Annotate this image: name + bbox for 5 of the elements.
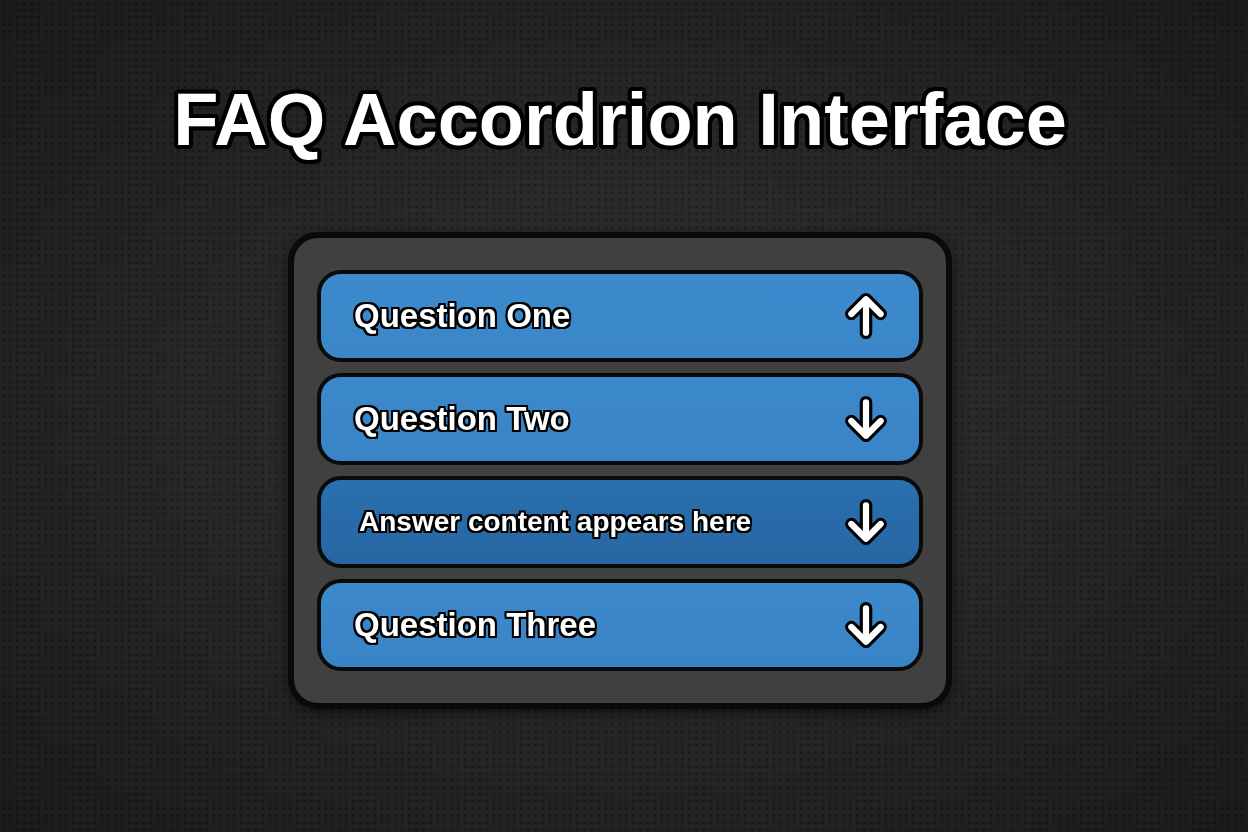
question-button[interactable]: Question Two: [317, 373, 923, 465]
question-button[interactable]: Question Three: [317, 579, 923, 671]
answer-text: Answer content appears here: [359, 506, 752, 538]
question-button[interactable]: Question One: [317, 270, 923, 362]
page-title: FAQ Accordrion Interface: [173, 78, 1067, 162]
